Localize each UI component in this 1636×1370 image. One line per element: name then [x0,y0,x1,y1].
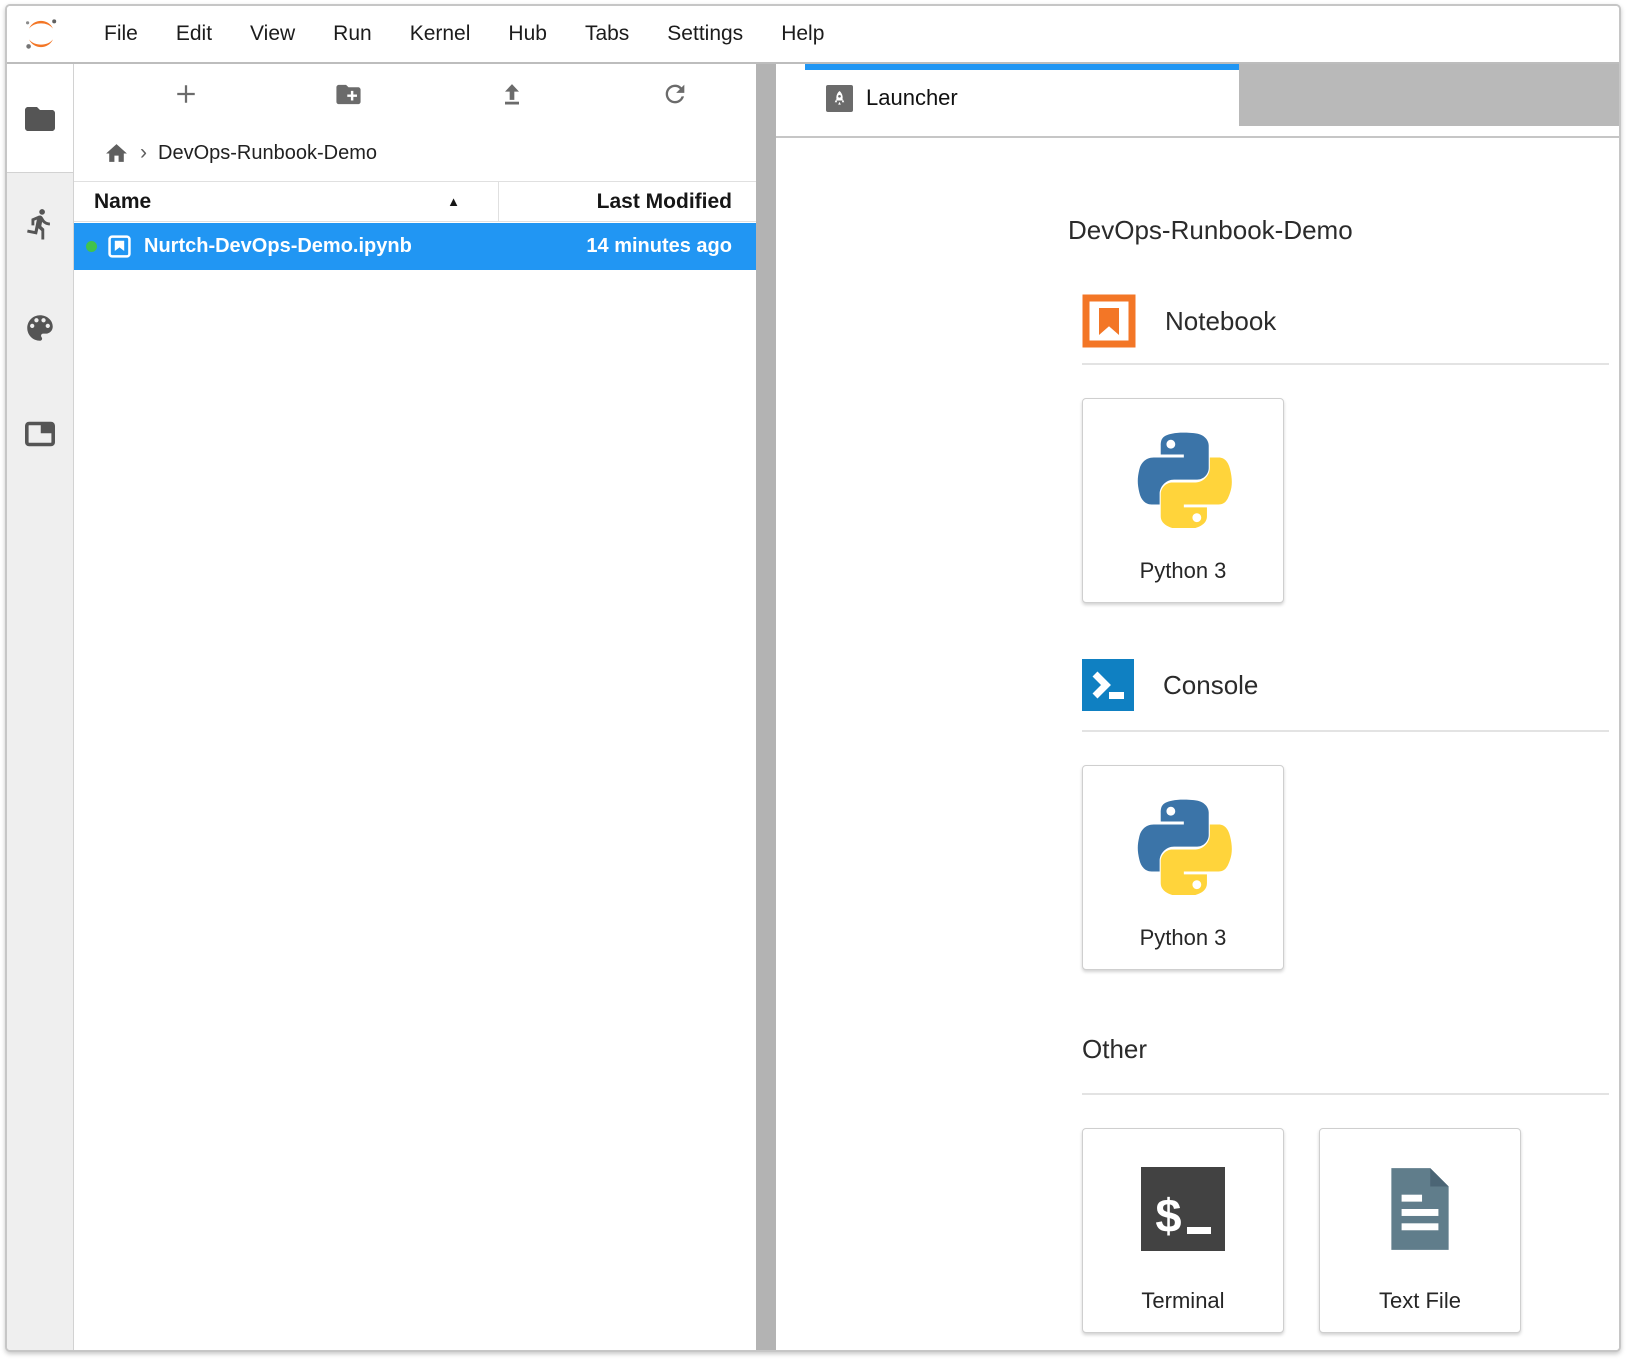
menu-tabs[interactable]: Tabs [566,6,648,62]
section-divider [1082,1093,1609,1095]
jupyter-logo-icon [23,16,59,52]
panel-splitter-handle[interactable] [756,64,776,1350]
new-folder-icon [334,80,363,109]
section-divider [1082,363,1609,365]
plus-icon [171,79,201,109]
column-header-name[interactable]: Name ▲ [74,182,499,221]
sidebar-tab-open-tabs[interactable] [7,416,73,452]
card-label: Terminal [1141,1288,1224,1314]
sidebar-tab-file-browser[interactable] [7,101,73,137]
terminal-icon: $ [1141,1167,1225,1251]
running-man-icon [23,207,57,241]
tab-launcher-label: Launcher [866,85,958,111]
section-label-console: Console [1163,670,1258,701]
menu-file[interactable]: File [85,6,157,62]
file-browser-toolbar [74,64,756,124]
launcher-card-terminal[interactable]: $ Terminal [1082,1128,1284,1333]
name-column-label: Name [94,190,151,214]
console-section-icon [1082,659,1134,711]
text-file-icon [1383,1164,1457,1254]
menu-kernel[interactable]: Kernel [391,6,490,62]
launcher-cwd-title: DevOps-Runbook-Demo [1068,214,1609,246]
menu-hub[interactable]: Hub [489,6,566,62]
tabs-icon [22,416,58,452]
breadcrumb-separator: › [140,141,147,165]
file-list-header: Name ▲ Last Modified [74,181,756,222]
card-label: Text File [1379,1288,1461,1314]
kernel-running-indicator [86,241,97,252]
launcher-card-text-file[interactable]: Text File [1319,1128,1521,1333]
sort-ascending-icon: ▲ [447,194,460,209]
launcher-rocket-icon [830,89,849,108]
card-label: Python 3 [1140,925,1227,951]
section-label-other: Other [1082,1034,1147,1065]
menu-settings[interactable]: Settings [648,6,762,62]
upload-button[interactable] [430,80,593,108]
palette-icon [23,311,57,345]
section-divider [1082,730,1609,732]
sidebar-tab-commands[interactable] [7,311,73,345]
dock-tab-bar: Launcher [776,64,1619,126]
launcher-panel: DevOps-Runbook-Demo Notebook [776,138,1619,1350]
menu-view[interactable]: View [231,6,314,62]
breadcrumb: › DevOps-Runbook-Demo [104,138,377,168]
notebook-section-icon [1082,294,1136,348]
launcher-card-console-python3[interactable]: Python 3 [1082,765,1284,970]
tab-bar-empty-area [1239,64,1619,126]
dock-panel: Launcher DevOps-Runbook-Demo Notebook [776,64,1619,1350]
python-logo-icon [1135,798,1232,895]
file-row-notebook[interactable]: Nurtch-DevOps-Demo.ipynb 14 minutes ago [74,223,756,270]
folder-icon [22,101,58,137]
python-logo-icon [1135,431,1232,528]
menu-run[interactable]: Run [314,6,391,62]
upload-icon [498,80,526,108]
card-label: Python 3 [1140,558,1227,584]
menu-help[interactable]: Help [762,6,843,62]
column-header-last-modified[interactable]: Last Modified [499,190,756,214]
tab-launcher[interactable]: Launcher [805,64,1239,126]
menu-bar: File Edit View Run Kernel Hub Tabs Setti… [7,6,1619,64]
notebook-file-icon [108,235,131,258]
section-header-console: Console [1082,659,1609,711]
file-browser-panel: › DevOps-Runbook-Demo Name ▲ Last Modifi… [74,64,756,1350]
new-folder-button[interactable] [267,80,430,109]
section-header-other: Other [1082,1034,1609,1065]
launcher-card-notebook-python3[interactable]: Python 3 [1082,398,1284,603]
refresh-button[interactable] [593,80,756,108]
new-launcher-button[interactable] [104,79,267,109]
breadcrumb-current-folder[interactable]: DevOps-Runbook-Demo [158,142,377,165]
refresh-icon [661,80,689,108]
menu-edit[interactable]: Edit [157,6,231,62]
file-name: Nurtch-DevOps-Demo.ipynb [144,235,412,258]
file-last-modified: 14 minutes ago [586,235,756,258]
home-icon[interactable] [104,141,129,166]
section-header-notebook: Notebook [1082,294,1609,348]
left-sidebar [7,64,74,1350]
jupyterlab-window: File Edit View Run Kernel Hub Tabs Setti… [5,4,1621,1352]
main-area: › DevOps-Runbook-Demo Name ▲ Last Modifi… [7,64,1619,1350]
sidebar-tab-running-sessions[interactable] [7,207,73,241]
section-label-notebook: Notebook [1165,306,1276,337]
